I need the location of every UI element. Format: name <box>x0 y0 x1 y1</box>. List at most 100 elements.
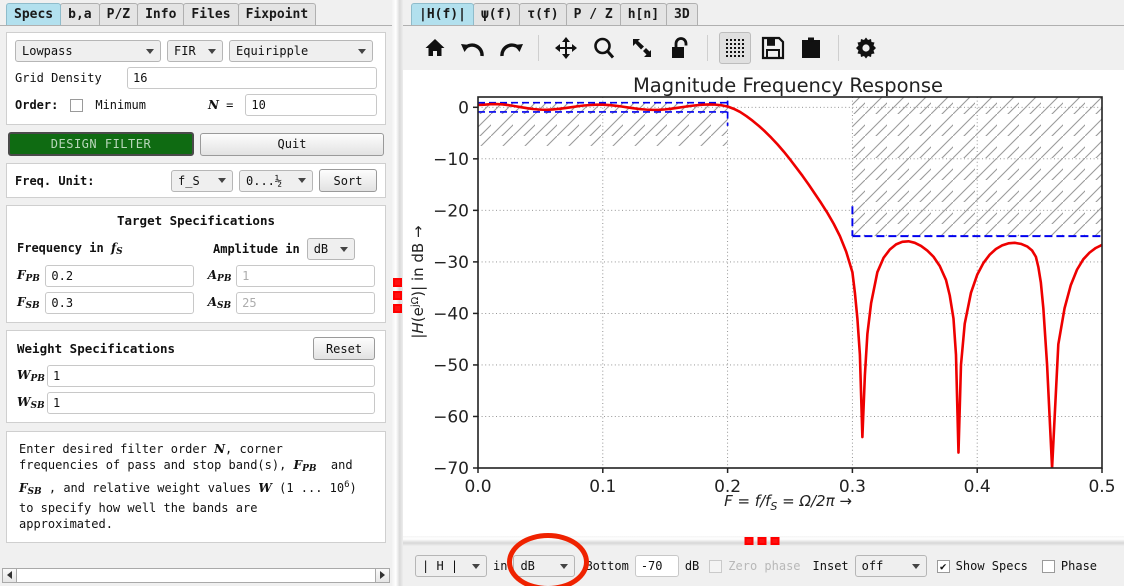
fsb-input[interactable]: 0.3 <box>45 292 194 314</box>
plot-quantity-value: | H | <box>422 559 459 573</box>
plot-options-bar: | H | in dB Bottom -70 dB Zero phase Ins… <box>403 546 1124 586</box>
freq-unit-select[interactable]: f_S <box>171 169 233 192</box>
filter-class-select[interactable]: FIR <box>167 40 223 62</box>
freq-range-value: 0...½ <box>246 173 283 188</box>
quit-button[interactable]: Quit <box>200 132 384 156</box>
design-filter-label: DESIGN FILTER <box>50 137 152 151</box>
response-type-select[interactable]: Lowpass <box>15 40 161 62</box>
grid-density-value: 16 <box>133 71 148 85</box>
plot-canvas[interactable]: Magnitude Frequency Response 0 −10 −20 −30 −… <box>403 70 1124 536</box>
lock-button[interactable] <box>664 32 696 64</box>
tab-pole-zero[interactable]: P / Z <box>565 3 621 25</box>
zero-phase-label: Zero phase <box>728 559 801 573</box>
tab-info[interactable]: Info <box>137 3 185 25</box>
scroll-track[interactable] <box>17 567 375 583</box>
pan-button[interactable] <box>550 32 582 64</box>
order-minimum-checkbox[interactable] <box>70 98 84 112</box>
vertical-splitter[interactable] <box>392 0 403 586</box>
tab-phase[interactable]: ψ(f) <box>472 3 521 25</box>
settings-button[interactable] <box>850 32 882 64</box>
scroll-left-button[interactable] <box>2 567 17 583</box>
freq-range-select[interactable]: 0...½ <box>239 169 313 192</box>
back-button[interactable] <box>457 32 489 64</box>
chevron-down-icon <box>146 48 154 54</box>
toolbar-separator <box>538 35 539 61</box>
zoom-button[interactable] <box>588 32 620 64</box>
help-text: Enter desired filter order N, corner fre… <box>19 441 373 532</box>
sort-button[interactable]: Sort <box>319 169 377 192</box>
svg-text:−60: −60 <box>433 407 469 427</box>
filter-selection-card: Lowpass FIR Equiripple Grid Density 16 O… <box>6 32 386 125</box>
configure-subplots-button[interactable] <box>626 32 658 64</box>
zoom-icon <box>594 37 615 59</box>
order-minimum-label: Minimum <box>95 98 146 112</box>
reset-button[interactable]: Reset <box>313 337 375 360</box>
move-icon <box>555 37 577 59</box>
tab-impulse[interactable]: h[n] <box>619 3 668 25</box>
amplitude-unit-value: dB <box>313 242 329 256</box>
design-method-select[interactable]: Equiripple <box>229 40 373 62</box>
phase-checkbox[interactable] <box>1041 559 1055 573</box>
tab-specs[interactable]: Specs <box>6 3 62 25</box>
hsplitter-grip-dot <box>757 537 766 545</box>
tab-3d[interactable]: 3D <box>666 3 698 25</box>
unit-select[interactable]: dB <box>513 555 576 577</box>
plot-quantity-select[interactable]: | H | <box>415 555 487 577</box>
help-line-0: Enter desired filter order N, corner <box>19 442 283 456</box>
zero-phase-checkbox[interactable] <box>709 559 723 573</box>
copy-to-clipboard-button[interactable] <box>795 32 827 64</box>
fpb-input[interactable]: 0.2 <box>45 265 194 287</box>
wsb-input[interactable]: 1 <box>47 392 375 414</box>
unlock-icon <box>672 37 688 58</box>
help-line-1: frequencies of pass and stop band(s), FP… <box>19 458 353 474</box>
inset-value: off <box>861 559 884 573</box>
wpb-input[interactable]: 1 <box>47 365 375 387</box>
target-specs-card: Target Specifications Frequency in fS Am… <box>6 205 386 323</box>
tab-group-delay[interactable]: τ(f) <box>519 3 567 25</box>
target-specs-title: Target Specifications <box>116 213 276 228</box>
bottom-value-input[interactable]: -70 <box>634 555 679 577</box>
application-window: Specs b,a P/Z Info Files Fixpoint Lowpas… <box>0 0 1124 586</box>
tab-pz[interactable]: P/Z <box>98 3 139 25</box>
frequency-header-label: Frequency in <box>17 241 104 255</box>
tab-pz-label: P/Z <box>106 7 131 22</box>
svg-text:0.0: 0.0 <box>464 477 491 497</box>
filter-class-value: FIR <box>174 44 196 58</box>
spec-headers-row: Frequency in fS Amplitude in dB <box>17 238 375 260</box>
left-panel-hscrollbar[interactable] <box>2 567 390 583</box>
design-filter-button[interactable]: DESIGN FILTER <box>8 132 194 156</box>
tab-ba[interactable]: b,a <box>60 3 100 25</box>
svg-text:0.5: 0.5 <box>1088 477 1115 497</box>
inset-select[interactable]: off <box>854 555 927 577</box>
inset-label: Inset <box>812 559 849 573</box>
tab-fixpoint[interactable]: Fixpoint <box>237 3 317 25</box>
amplitude-unit-select[interactable]: dB <box>306 238 355 260</box>
save-button[interactable] <box>757 32 789 64</box>
phase-label: Phase <box>1060 559 1098 573</box>
splitter-grip[interactable] <box>393 278 402 317</box>
help-text-card: Enter desired filter order N, corner fre… <box>6 431 386 543</box>
chevron-down-icon <box>911 563 920 569</box>
tab-pole-zero-label: P / Z <box>573 7 613 22</box>
scroll-right-button[interactable] <box>375 567 390 583</box>
horizontal-splitter[interactable] <box>403 536 1124 546</box>
tab-files[interactable]: Files <box>183 3 239 25</box>
asb-label: ASB <box>207 295 232 311</box>
home-button[interactable] <box>419 32 451 64</box>
y-axis-label: |H(ejΩ)| in dB → <box>409 225 427 338</box>
order-n-value: 10 <box>251 98 266 112</box>
grid-density-input[interactable]: 16 <box>127 67 377 89</box>
toolbar-separator <box>838 35 839 61</box>
chevron-down-icon <box>472 563 480 569</box>
plot-panel: |H(f)| ψ(f) τ(f) P / Z h[n] 3D Magnitude… <box>403 0 1124 586</box>
svg-text:−50: −50 <box>433 356 469 376</box>
tab-magnitude[interactable]: |H(f)| <box>411 3 474 25</box>
show-specs-checkbox[interactable]: ✔ <box>936 559 950 573</box>
spec-row-pb: FPB 0.2 APB 1 <box>17 265 375 287</box>
apb-input[interactable]: 1 <box>236 265 375 287</box>
forward-button[interactable] <box>495 32 527 64</box>
asb-input[interactable]: 25 <box>236 292 375 314</box>
order-n-input[interactable]: 10 <box>245 94 377 116</box>
hsplitter-grip[interactable] <box>744 537 783 545</box>
grid-button[interactable] <box>719 32 751 64</box>
